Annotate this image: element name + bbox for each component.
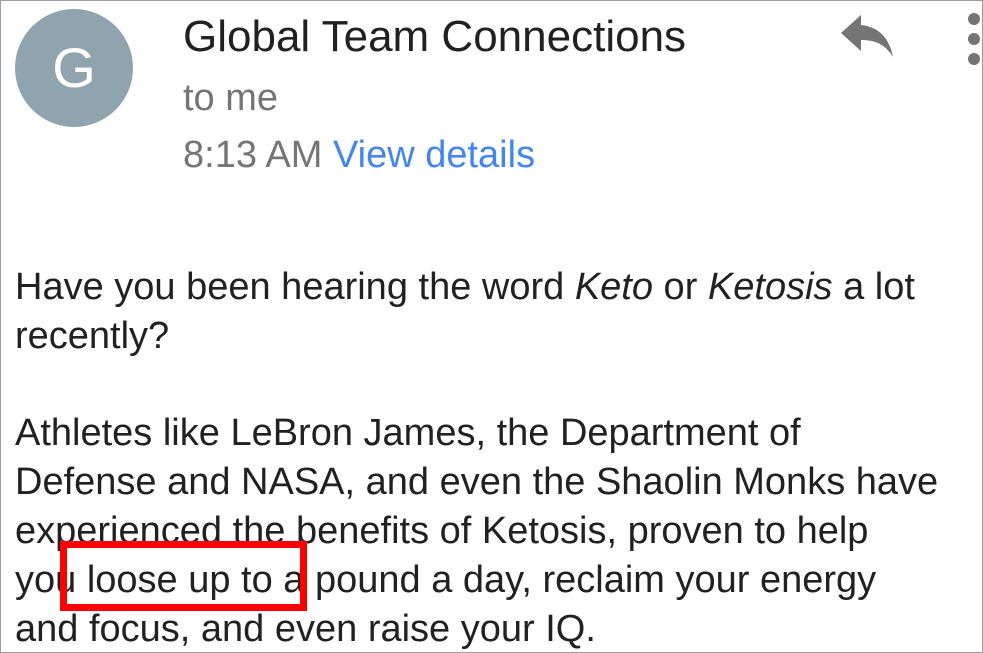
avatar-letter: G	[52, 36, 96, 99]
meta-line: 8:13 AM View details	[183, 130, 535, 180]
body-paragraph-1: Have you been hearing the word Keto or K…	[15, 266, 915, 308]
recipient-label[interactable]: to me	[183, 73, 278, 123]
timestamp: 8:13 AM	[183, 134, 323, 176]
view-details-link[interactable]: View details	[333, 134, 535, 176]
keto-emphasis: Keto	[574, 266, 653, 308]
sender-name: Global Team Connections	[183, 12, 687, 61]
more-vert-icon[interactable]	[963, 9, 982, 69]
email-view: G Global Team Connections to me 8:13 AM …	[0, 0, 983, 653]
reply-icon[interactable]	[837, 11, 897, 61]
body-paragraph-1-line-2: recently?	[15, 315, 170, 357]
body-paragraph-2-line-2: Defense and NASA, and even the Shaolin M…	[15, 461, 939, 503]
ketosis-emphasis: Ketosis	[707, 266, 833, 308]
body-paragraph-2-line-5: and focus, and even raise your IQ.	[15, 608, 596, 650]
avatar[interactable]: G	[15, 9, 133, 127]
body-paragraph-2-line-1: Athletes like LeBron James, the Departme…	[15, 412, 801, 454]
annotation-highlight-box	[60, 541, 307, 611]
